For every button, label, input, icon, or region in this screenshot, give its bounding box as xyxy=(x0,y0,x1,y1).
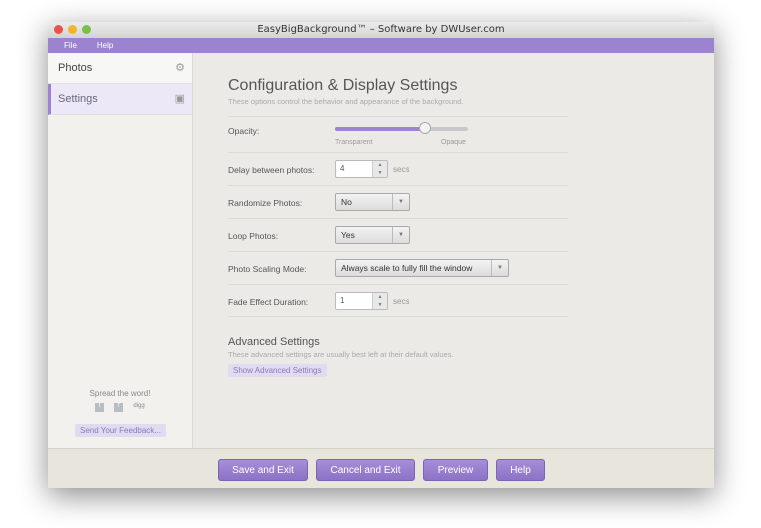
delay-input[interactable]: 4 xyxy=(336,161,372,177)
save-and-exit-button[interactable]: Save and Exit xyxy=(218,459,308,481)
advanced-title: Advanced Settings xyxy=(228,336,320,348)
stepper-arrows-icon[interactable]: ▲ ▼ xyxy=(372,293,387,309)
menu-bar: File Help xyxy=(48,38,714,53)
select-value: No xyxy=(341,197,352,207)
advanced-subtitle: These advanced settings are usually best… xyxy=(228,350,454,359)
opacity-row: Opacity: Transparent Opaque xyxy=(228,116,568,152)
stepper-arrows-icon[interactable]: ▲ ▼ xyxy=(372,161,387,177)
title-bar: EasyBigBackground™ – Software by DWUser.… xyxy=(48,22,714,38)
settings-panel: Configuration & Display Settings These o… xyxy=(228,77,568,378)
send-feedback-button[interactable]: Send Your Feedback... xyxy=(75,424,166,437)
delay-stepper[interactable]: 4 ▲ ▼ xyxy=(335,160,388,178)
chevron-down-icon: ▼ xyxy=(392,227,409,243)
page-subtitle: These options control the behavior and a… xyxy=(228,97,464,106)
delay-row: Delay between photos: 4 ▲ ▼ secs xyxy=(228,152,568,185)
cancel-and-exit-button[interactable]: Cancel and Exit xyxy=(316,459,415,481)
facebook-icon[interactable]: f xyxy=(114,403,124,412)
scaling-select[interactable]: Always scale to fully fill the window ▼ xyxy=(335,259,509,277)
scaling-row: Photo Scaling Mode: Always scale to full… xyxy=(228,251,568,284)
fade-unit: secs xyxy=(393,297,410,306)
opaque-label: Opaque xyxy=(441,139,466,146)
fade-label: Fade Effect Duration: xyxy=(228,297,309,307)
spread-text: Spread the word! xyxy=(89,389,151,398)
randomize-select[interactable]: No ▼ xyxy=(335,193,410,211)
transparent-label: Transparent xyxy=(335,139,373,146)
sidebar-item-settings[interactable]: Settings ▣ xyxy=(48,84,192,115)
image-icon: ▣ xyxy=(174,93,185,105)
chevron-down-icon: ▼ xyxy=(392,194,409,210)
opacity-slider[interactable] xyxy=(335,122,468,134)
select-value: Yes xyxy=(341,230,355,240)
help-button[interactable]: Help xyxy=(496,459,545,481)
delay-label: Delay between photos: xyxy=(228,165,315,175)
loop-label: Loop Photos: xyxy=(228,231,279,241)
randomize-label: Randomize Photos: xyxy=(228,198,303,208)
zoom-button[interactable] xyxy=(82,25,91,34)
footer-bar: Save and Exit Cancel and Exit Preview He… xyxy=(48,448,714,488)
digg-icon[interactable]: digg xyxy=(133,403,144,412)
app-window: EasyBigBackground™ – Software by DWUser.… xyxy=(48,22,714,488)
twitter-icon[interactable]: t xyxy=(95,403,105,412)
close-button[interactable] xyxy=(54,25,63,34)
slider-thumb[interactable] xyxy=(419,122,432,134)
fade-stepper[interactable]: 1 ▲ ▼ xyxy=(335,292,388,310)
sidebar: Photos ⚙ Settings ▣ Spread the word! t f dig… xyxy=(48,53,193,448)
fade-input[interactable]: 1 xyxy=(336,293,372,309)
menu-file[interactable]: File xyxy=(64,38,77,53)
select-value: Always scale to fully fill the window xyxy=(341,263,473,273)
slider-fill xyxy=(335,127,426,131)
sidebar-item-label: Settings xyxy=(58,93,98,105)
show-advanced-button[interactable]: Show Advanced Settings xyxy=(228,364,327,377)
scaling-label: Photo Scaling Mode: xyxy=(228,264,307,274)
delay-unit: secs xyxy=(393,165,410,174)
randomize-row: Randomize Photos: No ▼ xyxy=(228,185,568,218)
page-title: Configuration & Display Settings xyxy=(228,77,458,94)
preview-button[interactable]: Preview xyxy=(423,459,488,481)
gear-icon: ⚙ xyxy=(175,62,185,74)
opacity-label: Opacity: xyxy=(228,126,260,136)
fade-row: Fade Effect Duration: 1 ▲ ▼ secs xyxy=(228,284,568,317)
window-title: EasyBigBackground™ – Software by DWUser.… xyxy=(257,24,505,35)
loop-select[interactable]: Yes ▼ xyxy=(335,226,410,244)
loop-row: Loop Photos: Yes ▼ xyxy=(228,218,568,251)
menu-help[interactable]: Help xyxy=(97,38,113,53)
minimize-button[interactable] xyxy=(68,25,77,34)
chevron-down-icon: ▼ xyxy=(491,260,508,276)
sidebar-item-label: Photos xyxy=(58,62,93,74)
sidebar-item-photos[interactable]: Photos ⚙ xyxy=(48,53,192,84)
